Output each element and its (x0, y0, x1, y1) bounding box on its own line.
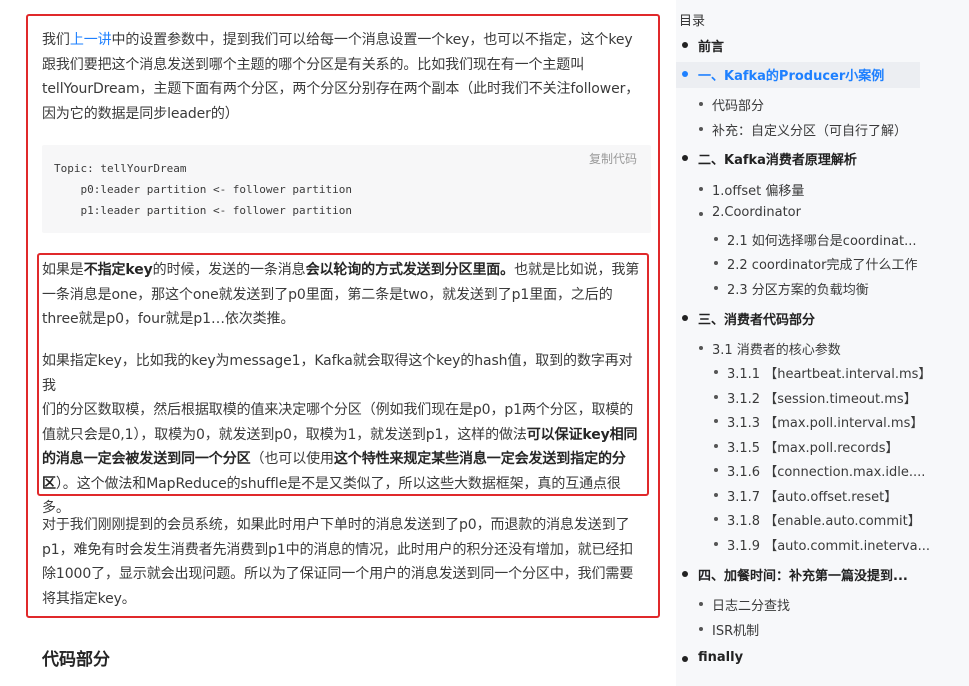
toc-item[interactable]: 2.3 分区方案的负载均衡 (727, 279, 869, 298)
paragraph-line: tellYourDream，主题下面有两个分区，两个分区分别存在两个副本（此时我… (42, 81, 640, 97)
text-segment: ）。这个做法和MapReduce的shuffle是不是又类似了，所以这些大数据框… (55, 475, 621, 492)
toc-bullet-icon (714, 286, 718, 290)
toc-bullet-icon (682, 155, 688, 161)
paragraph-line: 一条消息是one，那这个one就发送到了p0里面，第二条是two，就发送到了p1… (42, 286, 613, 303)
toc-bullet-icon (714, 444, 718, 448)
toc-bullet-icon (699, 187, 703, 191)
toc-item[interactable]: 3.1.1 【heartbeat.interval.ms】 (727, 363, 931, 382)
paragraph-line: 因为它的数据是同步leader的） (42, 105, 239, 122)
text-segment: （也可以使用 (250, 451, 335, 467)
paragraph-line: 对于我们刚刚提到的会员系统，如果此时用户下单时的消息发送到了p0，而退款的消息发… (42, 517, 630, 533)
paragraph-with-key: 如果指定key，比如我的key为message1，Kafka就会取得这个key的… (42, 349, 640, 521)
toc-title: 目录 (679, 14, 706, 29)
toc-item[interactable]: 补充：自定义分区（可自行了解） (712, 120, 907, 139)
toc-item[interactable]: 2.Coordinator (712, 205, 801, 220)
toc-item[interactable]: 四、加餐时间：补充第一篇没提到... (698, 565, 908, 584)
toc-bullet-icon (682, 315, 688, 321)
toc-bullet-icon (682, 571, 688, 577)
paragraph-line: p1，难免有时会发生消费者先消费到p1中的消息的情况，此时用户的积分还没有增加，… (42, 541, 634, 558)
toc-item[interactable]: 代码部分 (712, 95, 764, 114)
toc-bullet-icon (682, 656, 688, 662)
paragraph-line: three就是p0，four就是p1…依次类推。 (42, 311, 295, 327)
copy-code-button[interactable]: 复制代码 (589, 150, 637, 167)
bold-text: 的消息一定会被发送到同一个分区 (42, 451, 251, 467)
table-of-contents: 目录 前言一、Kafka的Producer小案例代码部分补充：自定义分区（可自行… (676, 0, 969, 686)
text-segment: 的时候，发送的一条消息 (152, 262, 306, 278)
toc-bullet-icon (714, 468, 718, 472)
toc-bullet-icon (714, 493, 718, 497)
toc-bullet-icon (682, 71, 688, 77)
toc-bullet-icon (714, 395, 718, 399)
paragraph-no-key: 如果是不指定key的时候，发送的一条消息会以轮询的方式发送到分区里面。也就是比如… (42, 258, 640, 332)
section-heading: 代码部分 (42, 650, 110, 670)
toc-bullet-icon (714, 237, 718, 241)
code-line: Topic: tellYourDream (54, 162, 187, 175)
text-segment: 我们 (42, 32, 70, 48)
article-content: 我们上一讲中的设置参数中，提到我们可以给每一个消息设置一个key，也可以不指定，… (0, 0, 676, 686)
toc-item[interactable]: 3.1 消费者的核心参数 (712, 339, 841, 358)
bold-text: 区 (42, 475, 56, 492)
bold-text: 会以轮询的方式发送到分区里面。 (305, 262, 515, 278)
toc-item[interactable]: 3.1.6 【connection.max.idle.... (727, 461, 925, 480)
toc-item[interactable]: 3.1.2 【session.timeout.ms】 (727, 388, 917, 407)
toc-item[interactable]: 2.1 如何选择哪台是coordinat... (727, 230, 917, 249)
toc-item[interactable]: 3.1.5 【max.poll.records】 (727, 437, 899, 456)
paragraph-member-system: 对于我们刚刚提到的会员系统，如果此时用户下单时的消息发送到了p0，而退款的消息发… (42, 513, 640, 611)
toc-bullet-icon (699, 602, 703, 606)
paragraph-line: 除1000了，显示就会出现问题。所以为了保证同一个用户的消息发送到同一个分区中，… (42, 566, 634, 582)
toc-bullet-icon (699, 212, 703, 216)
toc-bullet-icon (714, 419, 718, 423)
toc-item[interactable]: finally (698, 650, 743, 665)
toc-item[interactable]: 日志二分查找 (712, 595, 790, 614)
toc-item[interactable]: 二、Kafka消费者原理解析 (698, 149, 857, 168)
paragraph-line: 如果指定key，比如我的key为message1，Kafka就会取得这个key的… (42, 353, 633, 394)
toc-bullet-icon (699, 346, 703, 350)
toc-bullet-icon (682, 42, 688, 48)
toc-bullet-icon (699, 627, 703, 631)
paragraph-line: 们的分区数取模，然后根据取模的值来决定哪个分区（例如我们现在是p0，p1两个分区… (42, 402, 634, 418)
toc-bullet-icon (714, 517, 718, 521)
bold-text: 不指定key (83, 262, 153, 278)
code-line: p1:leader partition <- follower partitio… (54, 204, 353, 217)
toc-item[interactable]: 3.1.3 【max.poll.interval.ms】 (727, 412, 923, 431)
toc-bullet-icon (714, 370, 718, 374)
toc-item[interactable]: 一、Kafka的Producer小案例 (698, 65, 884, 84)
paragraph-key-intro: 我们上一讲中的设置参数中，提到我们可以给每一个消息设置一个key，也可以不指定，… (42, 28, 640, 126)
code-block: 复制代码 Topic: tellYourDream p0:leader part… (42, 145, 651, 233)
paragraph-line: 跟我们要把这个消息发送到哪个主题的哪个分区是有关系的。比如我们现在有一个主题叫 (42, 56, 585, 73)
toc-bullet-icon (714, 261, 718, 265)
code-line: p0:leader partition <- follower partitio… (54, 183, 353, 196)
toc-item[interactable]: 2.2 coordinator完成了什么工作 (727, 254, 917, 273)
toc-bullet-icon (699, 127, 703, 131)
text-segment: 如果是 (42, 262, 84, 278)
paragraph-line: 将其指定key。 (42, 590, 136, 607)
toc-item[interactable]: 3.1.9 【auto.commit.ineterva... (727, 535, 930, 554)
bold-text: 可以保证key相同 (526, 426, 638, 443)
text-segment: 也就是比如说，我第 (514, 262, 640, 278)
toc-item[interactable]: 三、消费者代码部分 (698, 309, 815, 328)
toc-item[interactable]: 3.1.7 【auto.offset.reset】 (727, 486, 897, 505)
toc-item[interactable]: ISR机制 (712, 620, 759, 639)
previous-lesson-link[interactable]: 上一讲 (70, 32, 112, 48)
toc-item[interactable]: 1.offset 偏移量 (712, 180, 804, 199)
toc-bullet-icon (714, 542, 718, 546)
text-segment: 中的设置参数中，提到我们可以给每一个消息设置一个key，也可以不指定，这个key (111, 32, 633, 48)
toc-item[interactable]: 3.1.8 【enable.auto.commit】 (727, 510, 921, 529)
toc-bullet-icon (699, 102, 703, 106)
bold-text: 这个特性来规定某些消息一定会发送到指定的分 (333, 451, 626, 467)
text-segment: 值就只会是0,1），取模为0，就发送到p0，取模为1，就发送到p1，这样的做法 (42, 426, 527, 443)
toc-item[interactable]: 前言 (698, 36, 724, 55)
